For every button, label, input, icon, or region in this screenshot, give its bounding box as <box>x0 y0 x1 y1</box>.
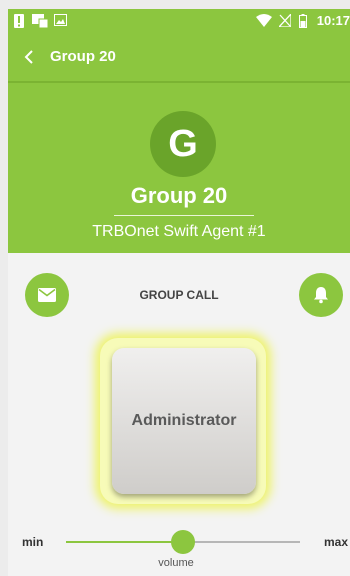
volume-max-label: max <box>323 535 348 549</box>
bell-icon <box>314 287 328 304</box>
signal-icon <box>279 14 291 27</box>
group-header: G Group 20 TRBOnet Swift Agent #1 <box>8 83 350 253</box>
alert-button[interactable] <box>299 273 343 317</box>
volume-label: volume <box>158 557 194 569</box>
group-title: Group 20 <box>130 183 228 208</box>
battery-icon <box>299 14 307 28</box>
push-to-talk-button[interactable]: Administrator <box>112 348 256 494</box>
group-avatar: G <box>150 111 216 177</box>
header-divider <box>114 215 254 216</box>
app-screen: 10:17 Group 20 G Group 20 TRBOnet Swift … <box>8 9 350 576</box>
status-time: 10:17 <box>316 13 350 28</box>
back-arrow-icon[interactable] <box>20 47 40 67</box>
agent-name: TRBOnet Swift Agent #1 <box>92 223 266 240</box>
image-icon <box>54 14 67 26</box>
volume-slider-thumb[interactable] <box>171 530 195 554</box>
volume-slider-fill <box>66 541 183 543</box>
alert-icon <box>14 14 24 28</box>
sim-card-icon <box>32 14 48 28</box>
volume-min-label: min <box>22 535 44 549</box>
toolbar: Group 20 <box>8 33 350 83</box>
toolbar-title: Group 20 <box>50 48 116 65</box>
wifi-icon <box>256 14 272 27</box>
status-bar: 10:17 <box>8 9 350 33</box>
volume-slider[interactable] <box>66 530 300 554</box>
